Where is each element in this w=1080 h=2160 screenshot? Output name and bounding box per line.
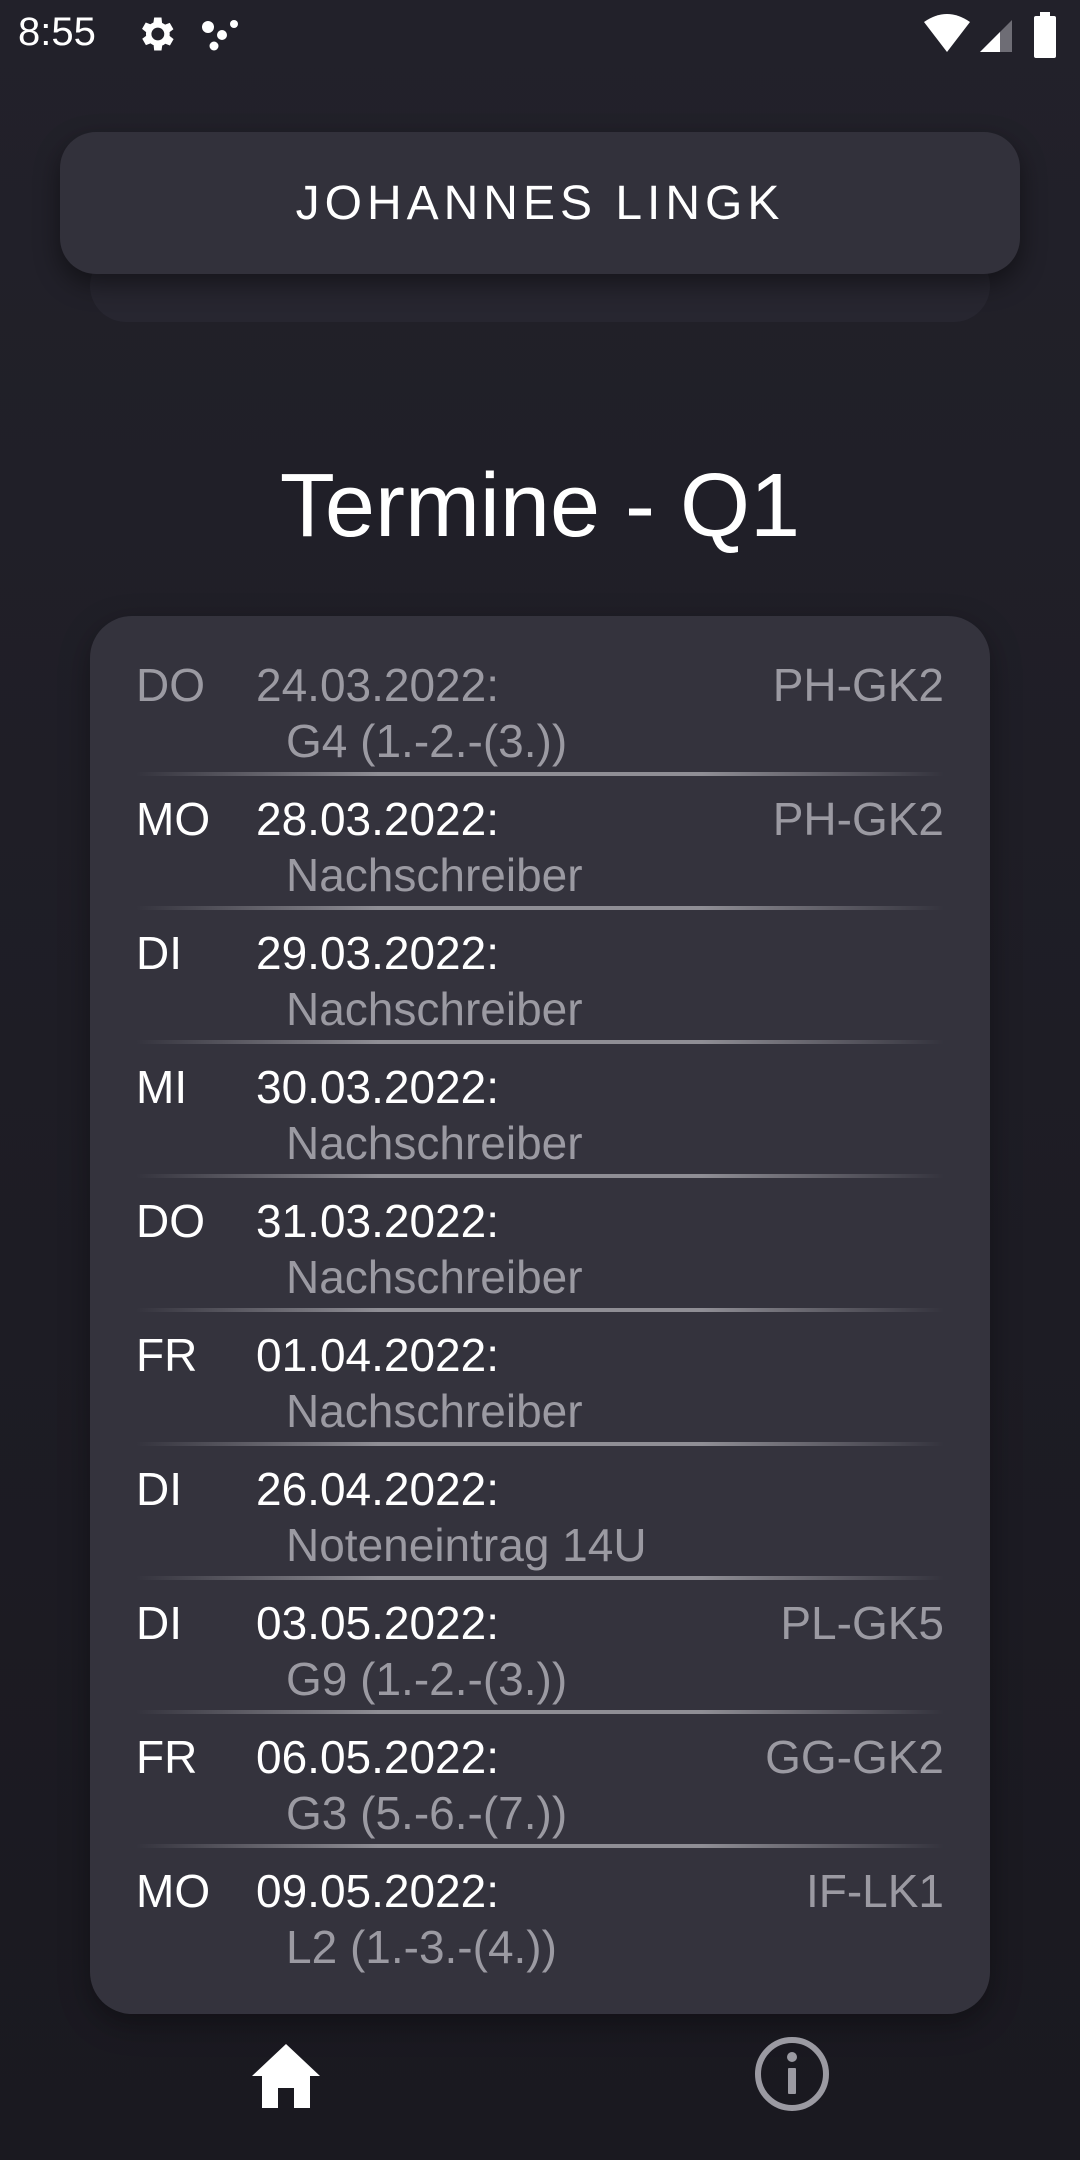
home-icon[interactable] bbox=[246, 2038, 326, 2118]
entry-weekday: FR bbox=[136, 1329, 198, 1381]
list-item[interactable]: FR 01.04.2022: Nachschreiber bbox=[90, 1286, 990, 1446]
entry-date: 29.03.2022: bbox=[256, 927, 500, 979]
status-bar: 8:55 bbox=[0, 0, 1080, 72]
user-name: JOHANNES LINGK bbox=[295, 176, 785, 230]
entry-date: 31.03.2022: bbox=[256, 1195, 500, 1247]
page-title: Termine - Q1 bbox=[279, 456, 801, 556]
entry-description: L2 (1.-3.-(4.)) bbox=[286, 1921, 557, 1973]
entry-weekday: DI bbox=[136, 1597, 182, 1649]
list-item[interactable]: DI 03.05.2022: PL-GK5 G9 (1.-2.-(3.)) bbox=[90, 1554, 990, 1714]
info-icon[interactable] bbox=[752, 2034, 832, 2114]
entry-weekday: MO bbox=[136, 793, 211, 845]
header-card[interactable]: JOHANNES LINGK bbox=[60, 132, 1020, 274]
entry-date: 09.05.2022: bbox=[256, 1865, 500, 1917]
entry-course: PH-GK2 bbox=[772, 659, 944, 711]
list-item[interactable]: DO 24.03.2022: PH-GK2 G4 (1.-2.-(3.)) bbox=[90, 616, 990, 776]
entry-weekday: DI bbox=[136, 927, 182, 979]
entry-course: PL-GK5 bbox=[780, 1597, 944, 1649]
cell-signal-icon bbox=[978, 12, 1016, 61]
entry-weekday: DO bbox=[136, 659, 205, 711]
entry-weekday: DI bbox=[136, 1463, 182, 1515]
entry-course: PH-GK2 bbox=[772, 793, 944, 845]
entry-date: 26.04.2022: bbox=[256, 1463, 500, 1515]
list-item[interactable]: DI 26.04.2022: Noteneintrag 14U bbox=[90, 1420, 990, 1580]
list-item[interactable]: MO 28.03.2022: PH-GK2 Nachschreiber bbox=[90, 750, 990, 910]
list-item[interactable]: FR 06.05.2022: GG-GK2 G3 (5.-6.-(7.)) bbox=[90, 1688, 990, 1848]
entry-weekday: FR bbox=[136, 1731, 198, 1783]
entry-date: 24.03.2022: bbox=[256, 659, 500, 711]
list-item[interactable]: MO 09.05.2022: IF-LK1 L2 (1.-3.-(4.)) bbox=[90, 1822, 990, 1973]
list-item[interactable]: DO 31.03.2022: Nachschreiber bbox=[90, 1152, 990, 1312]
list-item[interactable]: MI 30.03.2022: Nachschreiber bbox=[90, 1018, 990, 1178]
entry-date: 06.05.2022: bbox=[256, 1731, 500, 1783]
settings-gear-icon bbox=[134, 12, 178, 61]
status-time: 8:55 bbox=[18, 10, 96, 54]
wifi-icon bbox=[922, 12, 972, 61]
entry-date: 30.03.2022: bbox=[256, 1061, 500, 1113]
entry-course: GG-GK2 bbox=[765, 1731, 944, 1783]
entry-weekday: MO bbox=[136, 1865, 211, 1917]
entry-date: 28.03.2022: bbox=[256, 793, 500, 845]
appointments-list[interactable]: DO 24.03.2022: PH-GK2 G4 (1.-2.-(3.)) MO… bbox=[90, 616, 990, 2014]
list-item[interactable]: DI 29.03.2022: Nachschreiber bbox=[90, 884, 990, 1044]
entry-weekday: DO bbox=[136, 1195, 205, 1247]
assistant-dots-icon bbox=[198, 12, 244, 61]
entry-course: IF-LK1 bbox=[805, 1865, 944, 1917]
entry-date: 01.04.2022: bbox=[256, 1329, 500, 1381]
battery-icon bbox=[1032, 12, 1058, 65]
entry-weekday: MI bbox=[136, 1061, 188, 1113]
entry-date: 03.05.2022: bbox=[256, 1597, 500, 1649]
